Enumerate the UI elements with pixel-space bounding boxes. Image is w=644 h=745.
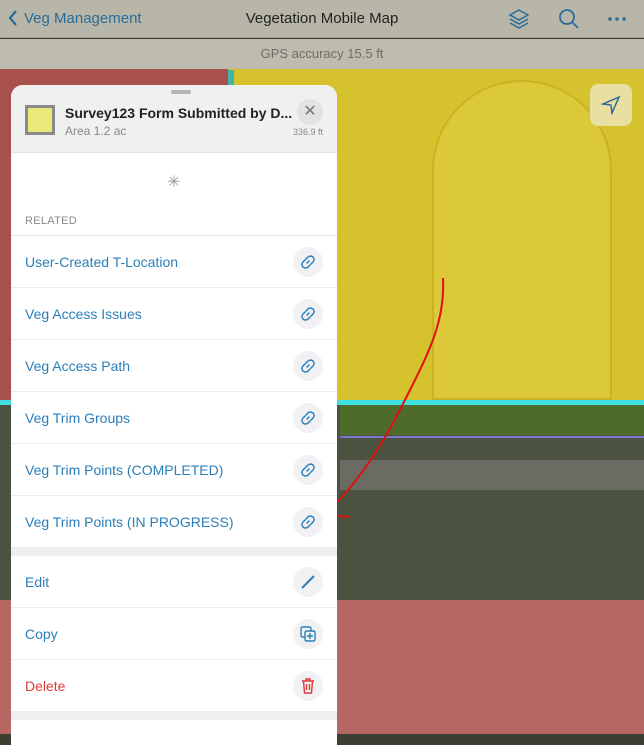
trash-icon bbox=[302, 677, 314, 694]
related-label: Veg Trim Points (IN PROGRESS) bbox=[25, 513, 234, 530]
link-icon bbox=[293, 454, 323, 485]
layers-icon[interactable] bbox=[507, 7, 531, 31]
delete-label: Delete bbox=[25, 677, 66, 694]
chevron-left-icon bbox=[8, 10, 17, 26]
polygon-swatch-icon bbox=[25, 105, 55, 135]
related-item[interactable]: Veg Access Issues bbox=[11, 288, 337, 340]
more-row[interactable] bbox=[11, 720, 337, 745]
gps-accuracy: GPS accuracy 15.5 ft bbox=[0, 39, 644, 69]
pencil-icon bbox=[301, 574, 315, 589]
copy-action[interactable]: Copy bbox=[11, 608, 337, 660]
related-item[interactable]: Veg Access Path bbox=[11, 340, 337, 392]
edit-label: Edit bbox=[25, 573, 50, 590]
related-label: Veg Access Path bbox=[25, 357, 131, 374]
feature-title: Survey123 Form Submitted by D... bbox=[65, 105, 293, 121]
delete-action[interactable]: Delete bbox=[11, 660, 337, 712]
loading-spinner-icon: ✳ bbox=[167, 174, 181, 191]
related-item[interactable]: User-Created T-Location bbox=[11, 236, 337, 288]
navigation-arrow-icon bbox=[601, 95, 621, 115]
link-icon bbox=[293, 402, 323, 433]
nav-bar: Veg Management Vegetation Mobile Map bbox=[0, 0, 644, 38]
panel-header: Survey123 Form Submitted by D... Area 1.… bbox=[11, 85, 337, 153]
drag-handle[interactable] bbox=[171, 90, 191, 94]
related-item[interactable]: Veg Trim Groups bbox=[11, 392, 337, 444]
close-button[interactable]: ✕ bbox=[297, 99, 323, 125]
back-label: Veg Management bbox=[24, 9, 142, 27]
back-button[interactable]: Veg Management bbox=[8, 9, 142, 27]
related-label: User-Created T-Location bbox=[25, 253, 179, 270]
location-button[interactable] bbox=[590, 84, 632, 126]
related-label: Veg Trim Points (COMPLETED) bbox=[25, 461, 224, 478]
link-icon bbox=[293, 298, 323, 329]
edit-action[interactable]: Edit bbox=[11, 556, 337, 608]
feature-distance: 336.9 ft bbox=[292, 127, 323, 137]
copy-label: Copy bbox=[25, 625, 58, 642]
feature-area: Area 1.2 ac bbox=[65, 124, 127, 138]
related-item[interactable]: Veg Trim Points (COMPLETED) bbox=[11, 444, 337, 496]
related-label: Veg Access Issues bbox=[25, 305, 142, 322]
related-header: RELATED bbox=[11, 211, 337, 236]
feature-panel: Survey123 Form Submitted by D... Area 1.… bbox=[11, 85, 337, 745]
link-icon bbox=[293, 246, 323, 277]
related-item[interactable]: Veg Trim Points (IN PROGRESS) bbox=[11, 496, 337, 548]
related-label: Veg Trim Groups bbox=[25, 409, 131, 426]
search-icon[interactable] bbox=[557, 7, 581, 31]
copy-add-icon bbox=[300, 625, 316, 642]
link-icon bbox=[293, 506, 323, 537]
more-icon[interactable] bbox=[605, 7, 629, 31]
link-icon bbox=[293, 350, 323, 381]
